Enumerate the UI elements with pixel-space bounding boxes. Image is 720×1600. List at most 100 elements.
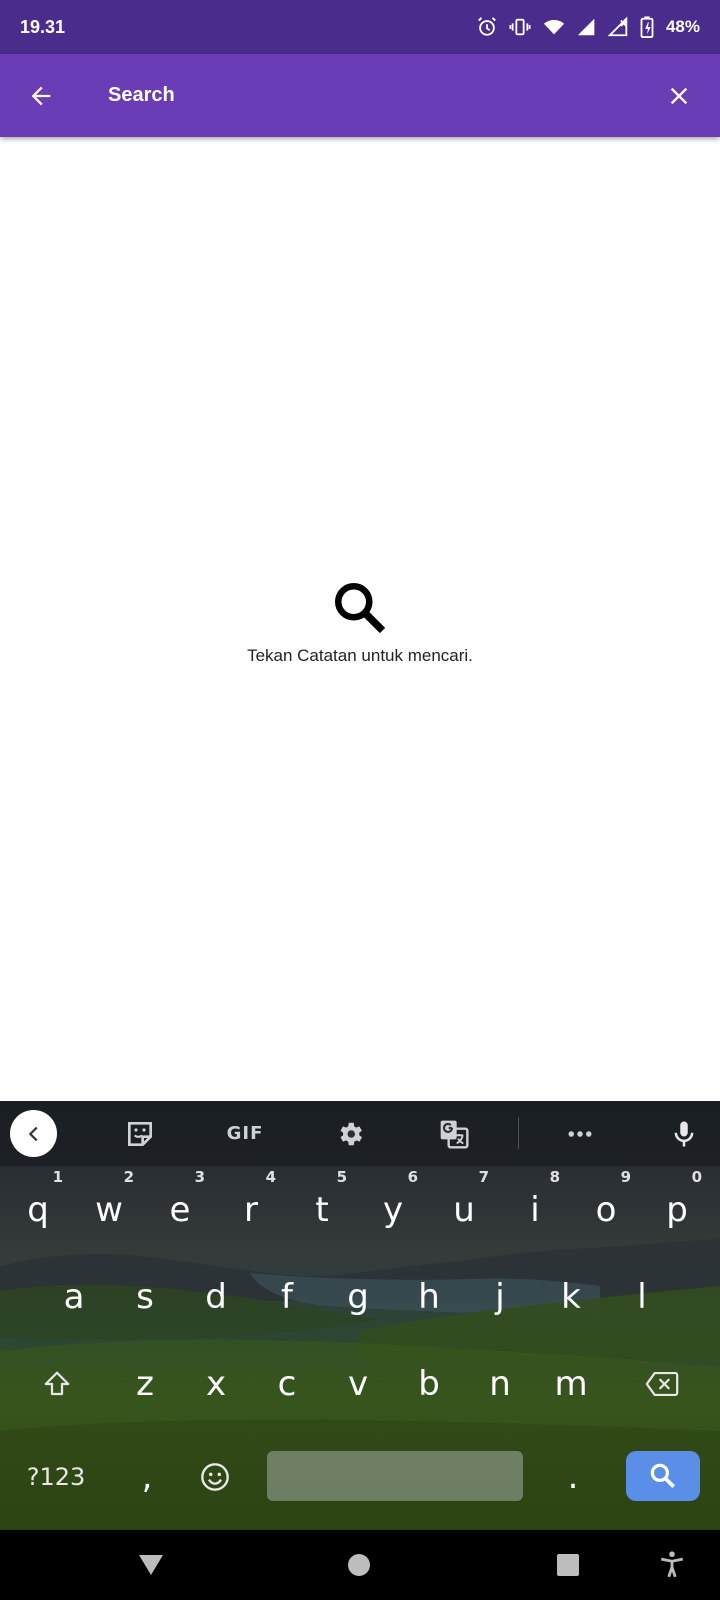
key-e[interactable]: 3e	[145, 1166, 215, 1253]
nav-accessibility-button[interactable]	[637, 1530, 707, 1600]
keyboard-settings-button[interactable]	[328, 1101, 372, 1166]
key-w[interactable]: 2w	[74, 1166, 144, 1253]
comma-key[interactable]: ,	[112, 1433, 182, 1520]
accessibility-icon	[660, 1551, 684, 1578]
search-enter-key[interactable]	[626, 1451, 700, 1501]
gif-button[interactable]: GIF	[220, 1101, 270, 1166]
symbols-key[interactable]: ?123	[18, 1433, 94, 1520]
back-button[interactable]	[0, 54, 82, 137]
key-v[interactable]: v	[323, 1340, 393, 1427]
key-c[interactable]: c	[252, 1340, 322, 1427]
key-l[interactable]: l	[607, 1253, 677, 1340]
app-bar: Search	[0, 54, 720, 137]
space-bar[interactable]	[267, 1451, 523, 1501]
key-n[interactable]: n	[465, 1340, 535, 1427]
signal-no-data-icon	[607, 16, 630, 38]
clear-search-button[interactable]	[638, 54, 720, 137]
key-label: r	[244, 1189, 258, 1230]
search-title: Search	[108, 84, 175, 106]
battery-charging-icon	[640, 16, 654, 38]
wifi-icon	[542, 16, 566, 38]
key-hint-9: 9	[620, 1168, 631, 1186]
square-recents-icon	[557, 1554, 579, 1576]
arrow-left-icon	[31, 86, 51, 105]
status-bar: 19.31 48%	[0, 0, 720, 54]
key-hint-4: 4	[265, 1168, 276, 1186]
key-g[interactable]: g	[323, 1253, 393, 1340]
empty-state-message: Tekan Catatan untuk mencari.	[247, 646, 473, 665]
period-key[interactable]: .	[538, 1433, 608, 1520]
key-o[interactable]: 9o	[571, 1166, 641, 1253]
microphone-icon	[674, 1121, 694, 1146]
key-label: y	[382, 1189, 404, 1230]
key-s[interactable]: s	[110, 1253, 180, 1340]
key-label: i	[530, 1189, 540, 1230]
chevron-left-icon	[28, 1126, 38, 1141]
key-label: o	[595, 1189, 617, 1230]
alarm-icon	[476, 16, 498, 38]
backspace-key[interactable]	[625, 1340, 699, 1427]
emoji-icon	[201, 1462, 229, 1491]
key-p[interactable]: 0p	[642, 1166, 712, 1253]
triangle-back-icon	[139, 1555, 163, 1575]
key-z[interactable]: z	[110, 1340, 180, 1427]
key-f[interactable]: f	[252, 1253, 322, 1340]
navigation-bar	[0, 1530, 720, 1600]
key-h[interactable]: h	[394, 1253, 464, 1340]
key-hint-6: 6	[407, 1168, 418, 1186]
voice-input-button[interactable]	[662, 1101, 706, 1166]
signal-icon	[576, 16, 598, 38]
close-icon	[670, 87, 688, 104]
key-d[interactable]: d	[181, 1253, 251, 1340]
key-u[interactable]: 7u	[429, 1166, 499, 1253]
key-t[interactable]: 5t	[287, 1166, 357, 1253]
translate-button[interactable]	[432, 1101, 476, 1166]
key-r[interactable]: 4r	[216, 1166, 286, 1253]
key-label: q	[27, 1189, 49, 1230]
key-label: t	[315, 1189, 329, 1230]
emoji-key[interactable]	[180, 1433, 250, 1520]
key-label: w	[95, 1189, 123, 1230]
key-hint-8: 8	[549, 1168, 560, 1186]
circle-home-icon	[348, 1554, 370, 1576]
key-b[interactable]: b	[394, 1340, 464, 1427]
vibrate-icon	[508, 16, 532, 38]
keyboard: GIF 1q 2w 3e 4r 5t 6y 7u 8i 9o 0p a s d …	[0, 1101, 720, 1530]
battery-percentage: 48%	[665, 17, 700, 36]
translate-icon	[440, 1120, 469, 1149]
collapse-toolbar-button[interactable]	[10, 1101, 57, 1166]
key-q[interactable]: 1q	[3, 1166, 73, 1253]
nav-recents-button[interactable]	[533, 1530, 603, 1600]
nav-home-button[interactable]	[324, 1530, 394, 1600]
search-icon	[335, 583, 386, 634]
key-y[interactable]: 6y	[358, 1166, 428, 1253]
more-options-button[interactable]	[558, 1101, 602, 1166]
status-icons: 48%	[476, 16, 700, 38]
key-a[interactable]: a	[39, 1253, 109, 1340]
key-hint-1: 1	[52, 1168, 63, 1186]
more-horizontal-icon	[568, 1130, 592, 1137]
key-label: e	[169, 1189, 191, 1230]
search-icon	[650, 1463, 675, 1488]
nav-back-button[interactable]	[116, 1530, 186, 1600]
key-i[interactable]: 8i	[500, 1166, 570, 1253]
key-hint-7: 7	[478, 1168, 489, 1186]
key-hint-0: 0	[691, 1168, 702, 1186]
key-label: p	[666, 1189, 688, 1230]
key-label: u	[453, 1189, 475, 1230]
key-j[interactable]: j	[465, 1253, 535, 1340]
gear-icon	[340, 1122, 362, 1145]
sticker-button[interactable]	[118, 1101, 162, 1166]
key-k[interactable]: k	[536, 1253, 606, 1340]
status-time: 19.31	[20, 16, 66, 37]
key-x[interactable]: x	[181, 1340, 251, 1427]
key-hint-3: 3	[194, 1168, 205, 1186]
sticker-icon	[128, 1121, 152, 1146]
shift-icon	[44, 1371, 70, 1395]
key-hint-2: 2	[123, 1168, 134, 1186]
key-m[interactable]: m	[536, 1340, 606, 1427]
toolbar-divider	[518, 1117, 519, 1149]
empty-state: Tekan Catatan untuk mencari.	[0, 578, 720, 666]
key-hint-5: 5	[336, 1168, 347, 1186]
shift-key[interactable]	[20, 1340, 94, 1427]
